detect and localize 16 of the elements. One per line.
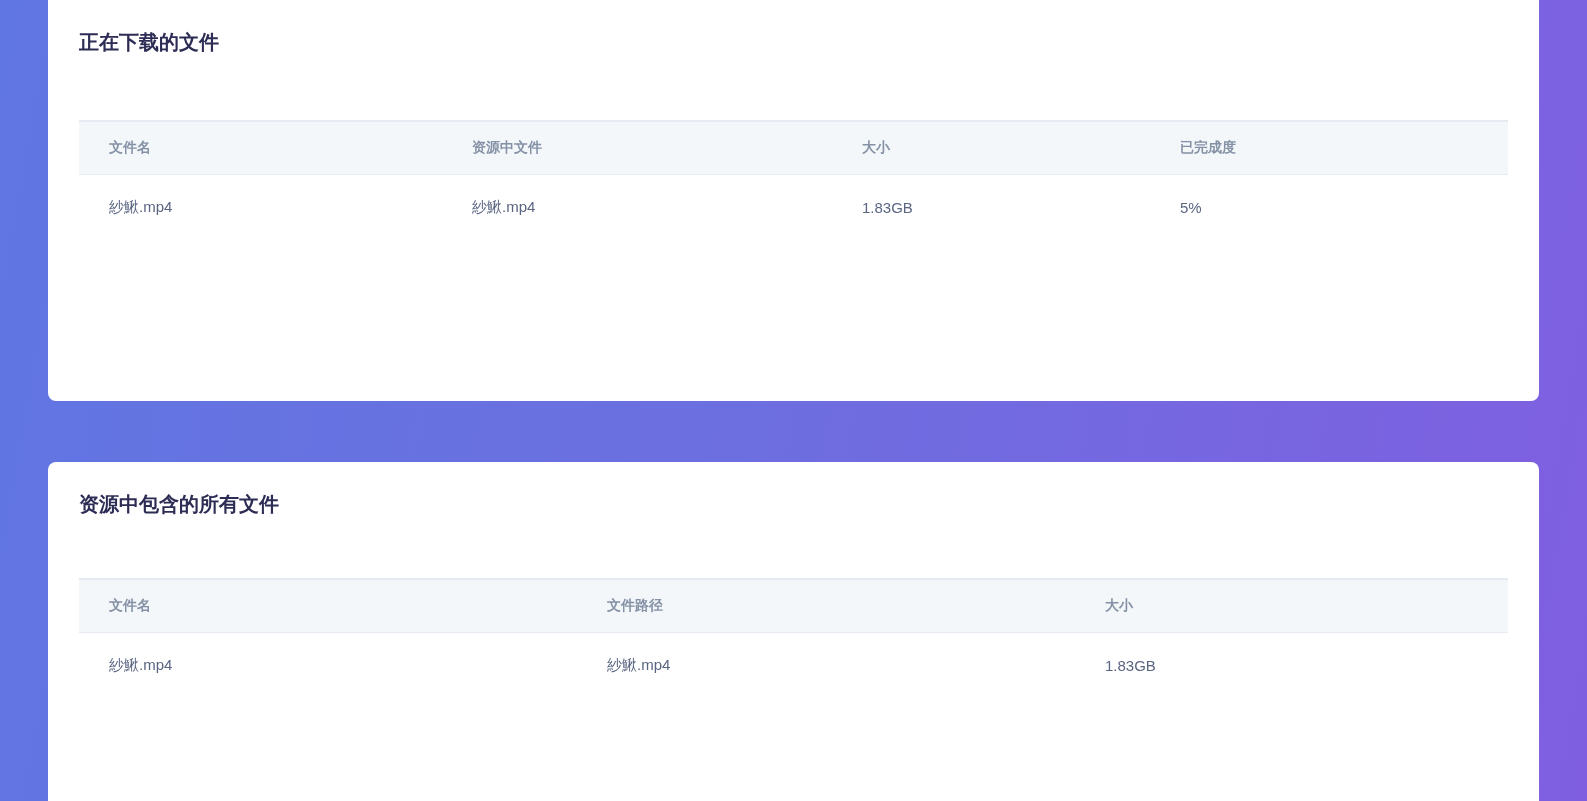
column-header: 资源中文件 <box>472 139 542 157</box>
section-title: 资源中包含的所有文件 <box>79 492 280 517</box>
column-header: 文件路径 <box>607 597 663 615</box>
column-header: 文件名 <box>109 139 151 157</box>
table-cell: 5% <box>1180 198 1202 216</box>
table-cell: 紗鰍.mp4 <box>109 655 173 675</box>
column-header: 已完成度 <box>1180 139 1236 157</box>
table-cell: 1.83GB <box>1105 656 1156 674</box>
table-cell: 紗鰍.mp4 <box>607 655 671 675</box>
column-header: 文件名 <box>109 597 151 615</box>
section-title: 正在下载的文件 <box>79 30 220 55</box>
column-header: 大小 <box>862 139 890 157</box>
table-cell: 紗鰍.mp4 <box>109 197 173 217</box>
table-cell: 1.83GB <box>862 198 913 216</box>
table-cell: 紗鰍.mp4 <box>472 197 536 217</box>
column-header: 大小 <box>1105 597 1133 615</box>
